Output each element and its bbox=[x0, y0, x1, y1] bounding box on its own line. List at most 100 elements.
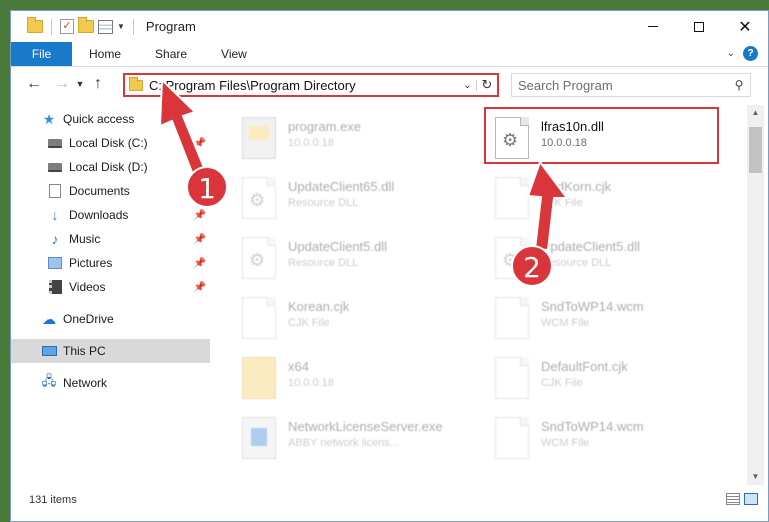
file-item[interactable]: DefaultFont.cjk CJK File bbox=[495, 353, 735, 407]
sidebar-item-local-disk-d[interactable]: Local Disk (D:) bbox=[11, 155, 210, 179]
new-folder-icon[interactable] bbox=[78, 17, 94, 33]
file-item[interactable]: ⚙ UpdateClient5.dll Resource DLL bbox=[242, 233, 482, 287]
sidebar-item-label: Documents bbox=[69, 184, 130, 198]
close-icon: ✕ bbox=[738, 18, 752, 36]
customize-dropdown-icon[interactable]: ▼ bbox=[117, 22, 125, 31]
minimize-icon bbox=[648, 26, 658, 27]
sidebar-item-label: Music bbox=[69, 232, 101, 246]
tab-home[interactable]: Home bbox=[72, 42, 138, 66]
title-bar: ✓ ▼ Program ✕ bbox=[11, 11, 768, 42]
pin-icon[interactable]: 📌 bbox=[194, 210, 206, 221]
pin-icon[interactable]: 📌 bbox=[194, 234, 206, 245]
sidebar-item-label: Local Disk (D:) bbox=[69, 160, 148, 174]
file-name: x64 bbox=[288, 359, 309, 374]
sidebar-item-this-pc[interactable]: This PC bbox=[11, 339, 210, 363]
search-input[interactable]: Search Program ⚲ bbox=[511, 73, 751, 97]
file-subtitle: CJK File bbox=[541, 377, 583, 389]
refresh-icon[interactable]: ↻ bbox=[477, 77, 497, 93]
file-name: Korean.cjk bbox=[288, 299, 350, 314]
tab-share[interactable]: Share bbox=[138, 42, 204, 66]
up-arrow-icon[interactable]: ↑ bbox=[87, 75, 109, 93]
document-file-icon bbox=[242, 297, 276, 339]
scroll-down-icon[interactable]: ▼ bbox=[747, 469, 764, 485]
sidebar-item-music[interactable]: ♪ Music 📌 bbox=[11, 227, 210, 251]
sidebar-item-label: Quick access bbox=[63, 112, 135, 126]
tab-view[interactable]: View bbox=[204, 42, 264, 66]
close-button[interactable]: ✕ bbox=[722, 11, 768, 42]
sidebar-item-quick-access[interactable]: ★ Quick access bbox=[11, 107, 210, 131]
sidebar-item-label: Network bbox=[63, 376, 108, 390]
dll-file-icon: ⚙ bbox=[242, 177, 276, 219]
this-pc-icon bbox=[41, 343, 57, 359]
sidebar-item-label: This PC bbox=[63, 344, 106, 358]
pin-icon[interactable]: 📌 bbox=[194, 258, 206, 269]
expand-ribbon-icon[interactable]: ⌄ bbox=[727, 48, 735, 59]
sidebar-item-label: Pictures bbox=[69, 256, 113, 270]
recent-locations-icon[interactable]: ▼ bbox=[73, 79, 87, 89]
explorer-window: ✓ ▼ Program ✕ File Home Share View ⌄ ? ←… bbox=[10, 10, 769, 522]
pin-icon[interactable]: 📌 bbox=[194, 138, 206, 149]
sidebar-item-videos[interactable]: Videos 📌 bbox=[11, 275, 210, 299]
star-icon: ★ bbox=[42, 110, 56, 127]
document-file-icon bbox=[495, 357, 529, 399]
forward-arrow-icon[interactable]: → bbox=[51, 75, 73, 93]
file-item[interactable]: ⚙ UpdateClient65.dll Resource DLL bbox=[242, 173, 482, 227]
folder-icon bbox=[129, 76, 143, 91]
help-icon[interactable]: ? bbox=[743, 46, 758, 61]
file-item[interactable]: SndKorn.cjk CJK File bbox=[495, 173, 735, 227]
documents-icon bbox=[47, 183, 63, 199]
pin-icon[interactable]: 📌 bbox=[194, 282, 206, 293]
file-item[interactable]: NetworkLicenseServer.exe ABBY network lic… bbox=[242, 413, 482, 467]
file-name: SndToWP14.wcm bbox=[541, 299, 644, 314]
status-bar: 131 items bbox=[11, 485, 768, 515]
file-subtitle: 10.0.0.18 bbox=[288, 377, 334, 389]
address-dropdown-icon[interactable]: ⌄ bbox=[459, 79, 477, 91]
file-subtitle: WCM File bbox=[541, 437, 590, 449]
sidebar-item-label: OneDrive bbox=[63, 312, 114, 326]
step-1-badge: 1 bbox=[186, 166, 228, 208]
sidebar-item-downloads[interactable]: ↓ Downloads 📌 bbox=[11, 203, 210, 227]
highlight-box bbox=[484, 107, 719, 164]
file-item[interactable]: program.exe 10.0.0.18 bbox=[242, 113, 482, 167]
tab-file[interactable]: File bbox=[11, 42, 72, 66]
disk-icon bbox=[47, 135, 63, 151]
sidebar-item-local-disk-c[interactable]: Local Disk (C:) 📌 bbox=[11, 131, 210, 155]
search-icon[interactable]: ⚲ bbox=[728, 78, 750, 92]
properties-icon[interactable] bbox=[98, 19, 113, 34]
file-item[interactable]: SndToWP14.wcm WCM File bbox=[495, 413, 735, 467]
scrollbar-thumb[interactable] bbox=[749, 127, 762, 173]
file-item[interactable]: Korean.cjk CJK File bbox=[242, 293, 482, 347]
dll-file-icon: ⚙ bbox=[242, 237, 276, 279]
application-icon bbox=[242, 417, 276, 459]
details-view-icon[interactable] bbox=[726, 493, 740, 505]
navigation-pane: ★ Quick access Local Disk (C:) 📌 Local D… bbox=[11, 105, 210, 485]
item-count: 131 items bbox=[29, 494, 77, 506]
exe-file-icon bbox=[242, 117, 276, 159]
window-title: Program bbox=[145, 19, 196, 34]
back-arrow-icon[interactable]: ← bbox=[23, 75, 45, 93]
sidebar-item-network[interactable]: 🖧 Network bbox=[11, 371, 210, 395]
folder-icon bbox=[242, 357, 276, 399]
scroll-up-icon[interactable]: ▲ bbox=[747, 105, 764, 121]
sidebar-item-documents[interactable]: Documents 📌 bbox=[11, 179, 210, 203]
onedrive-icon: ☁ bbox=[42, 310, 56, 327]
file-item[interactable]: SndToWP14.wcm WCM File bbox=[495, 293, 735, 347]
file-name: SndKorn.cjk bbox=[541, 179, 612, 194]
properties-check-icon[interactable]: ✓ bbox=[60, 19, 74, 34]
file-subtitle: CJK File bbox=[541, 197, 583, 209]
maximize-icon bbox=[694, 21, 704, 32]
vertical-scrollbar[interactable]: ▲ ▼ bbox=[747, 105, 764, 485]
file-name: program.exe bbox=[288, 119, 361, 134]
file-name: NetworkLicenseServer.exe bbox=[288, 419, 443, 434]
file-name: SndToWP14.wcm bbox=[541, 419, 644, 434]
file-item[interactable]: x64 10.0.0.18 bbox=[242, 353, 482, 407]
document-file-icon bbox=[495, 417, 529, 459]
sidebar-item-onedrive[interactable]: ☁ OneDrive bbox=[11, 307, 210, 331]
maximize-button[interactable] bbox=[676, 11, 722, 42]
large-icons-view-icon[interactable] bbox=[744, 493, 758, 505]
address-path: C:\Program Files\Program Directory bbox=[149, 77, 356, 93]
folder-icon bbox=[27, 17, 43, 33]
sidebar-item-pictures[interactable]: Pictures 📌 bbox=[11, 251, 210, 275]
address-bar[interactable]: C:\Program Files\Program Directory ⌄ ↻ bbox=[123, 73, 499, 97]
minimize-button[interactable] bbox=[630, 11, 676, 42]
